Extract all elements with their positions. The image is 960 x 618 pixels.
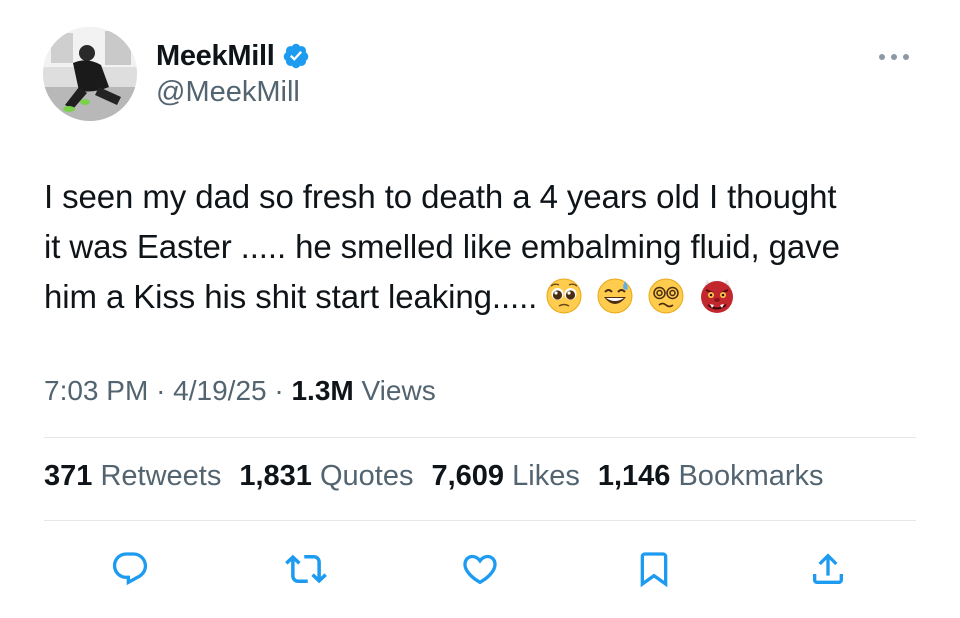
- divider-bottom: [44, 520, 916, 521]
- bookmarks-label: Bookmarks: [678, 460, 824, 492]
- author-handle[interactable]: @MeekMill: [156, 76, 300, 109]
- tweet-line-3: him a Kiss his shit start leaking.....: [44, 272, 924, 322]
- verified-badge-icon: [282, 42, 310, 70]
- tweet-line-1: I seen my dad so fresh to death a 4 year…: [44, 178, 837, 215]
- face-with-spiral-eyes-emoji-icon: [647, 277, 685, 315]
- reply-button[interactable]: [107, 546, 153, 592]
- like-icon: [460, 549, 500, 589]
- more-options-icon[interactable]: [876, 50, 912, 62]
- tweet-meta: 7:03 PM · 4/19/25 · 1.3M Views: [44, 375, 436, 407]
- bookmark-button[interactable]: [631, 546, 677, 592]
- views-label: Views: [361, 375, 436, 406]
- tweet-text: I seen my dad so fresh to death a 4 year…: [44, 172, 924, 322]
- display-name[interactable]: MeekMill: [156, 40, 275, 73]
- like-button[interactable]: [457, 546, 503, 592]
- retweet-icon: [285, 548, 327, 590]
- engagement-stats: 371 Retweets 1,831 Quotes 7,609 Likes 1,…: [44, 460, 824, 493]
- quotes-stat[interactable]: 1,831 Quotes: [239, 460, 413, 493]
- meta-separator-1: ·: [156, 375, 166, 406]
- share-button[interactable]: [805, 546, 851, 592]
- tweet-line-2: it was Easter ..... he smelled like emba…: [44, 228, 840, 265]
- grinning-face-with-sweat-emoji-icon: [596, 277, 634, 315]
- share-icon: [808, 549, 848, 589]
- divider-top: [44, 437, 916, 438]
- meta-separator-2: ·: [274, 375, 284, 406]
- retweets-stat[interactable]: 371 Retweets: [44, 460, 221, 493]
- ogre-emoji-icon: [698, 277, 736, 315]
- emoji-row: [545, 277, 736, 315]
- author-name-row[interactable]: MeekMill: [156, 38, 310, 74]
- bookmark-icon: [634, 549, 674, 589]
- retweets-count: 371: [44, 460, 93, 492]
- tweet-date[interactable]: 4/19/25: [173, 375, 266, 406]
- likes-stat[interactable]: 7,609 Likes: [431, 460, 579, 493]
- quotes-label: Quotes: [319, 460, 414, 492]
- quotes-count: 1,831: [239, 460, 312, 492]
- retweet-button[interactable]: [283, 546, 329, 592]
- reply-icon: [110, 549, 150, 589]
- tweet-time[interactable]: 7:03 PM: [44, 375, 148, 406]
- retweets-label: Retweets: [100, 460, 222, 492]
- views-count: 1.3M: [291, 375, 354, 406]
- likes-count: 7,609: [431, 460, 505, 492]
- bookmarks-count: 1,146: [597, 460, 671, 492]
- pleading-face-emoji-icon: [545, 277, 583, 315]
- likes-label: Likes: [512, 460, 580, 492]
- bookmarks-stat[interactable]: 1,146 Bookmarks: [598, 460, 824, 493]
- avatar[interactable]: [43, 27, 137, 121]
- tweet-line-3-text: him a Kiss his shit start leaking.....: [44, 278, 538, 315]
